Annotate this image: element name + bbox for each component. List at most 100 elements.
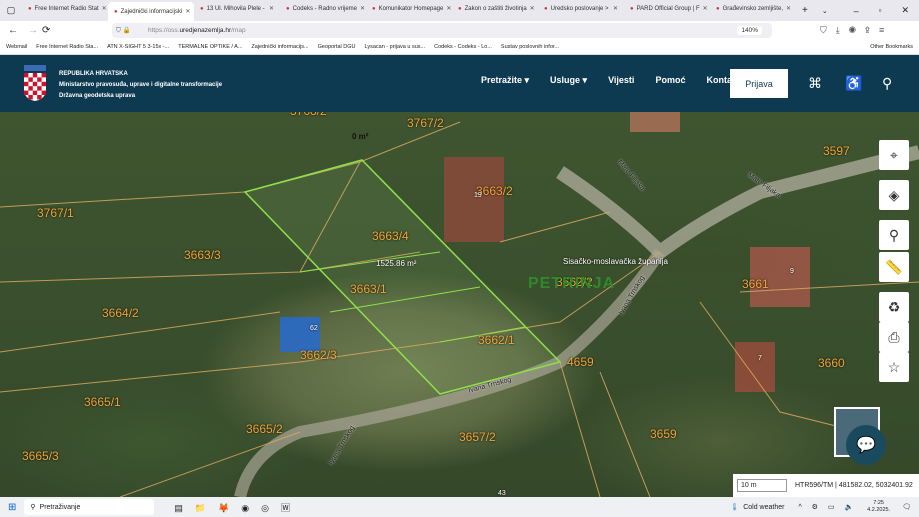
favorite-star-button[interactable]: ☆	[879, 352, 909, 382]
bookmark-item[interactable]: Lysacan - prijava u sus...	[364, 44, 425, 50]
new-tab-button[interactable]: +	[802, 5, 808, 16]
tab-0[interactable]: ● Free Internet Radio Stat ✕	[22, 0, 108, 17]
windows-start-icon[interactable]: ⊞	[8, 502, 16, 513]
tab-close-icon[interactable]: ✕	[613, 5, 618, 12]
print-button[interactable]: ⎙	[879, 322, 909, 352]
login-button[interactable]: Prijava	[730, 69, 788, 98]
tab-7[interactable]: ● PARD Official Group | F ✕	[624, 0, 710, 17]
nav-item-2[interactable]: Vijesti	[608, 75, 634, 86]
clock[interactable]: 7:25 4.2.2025.	[867, 500, 890, 514]
county-label: Sisačko-moslavačka županija	[563, 257, 668, 266]
minimize-button[interactable]: –	[844, 6, 869, 16]
bookmark-item[interactable]: Geoportal DGU	[318, 44, 356, 50]
tray-icons[interactable]: ^ ⚙ ▭ 🔈	[798, 503, 857, 511]
selected-area-label: 1525.86 m²	[376, 259, 417, 268]
tab-close-icon[interactable]: ✕	[269, 5, 274, 12]
back-icon[interactable]: ←	[8, 25, 18, 36]
measure-ruler-button[interactable]: 📏	[879, 252, 909, 282]
parcel-label[interactable]: 3662/1	[478, 333, 515, 347]
nav-item-3[interactable]: Pomoć	[655, 75, 685, 86]
bookmark-item[interactable]: Webmail	[6, 44, 27, 50]
weather-text[interactable]: Cold weather	[743, 504, 784, 511]
house-number: 7	[758, 355, 762, 362]
bookmark-item[interactable]: ATN X-SIGHT 5 3-15x -...	[107, 44, 169, 50]
location-pin-button[interactable]: ⌖	[879, 140, 909, 170]
parcel-label[interactable]: 3767/2	[407, 116, 444, 130]
weather-icon: 🌡	[730, 504, 740, 511]
bookmarks-bar: Webmail Free Internet Radio Sta... ATN X-S…	[0, 40, 919, 55]
tab-favicon: ●	[114, 8, 118, 15]
parcel-label[interactable]: 3663/1	[350, 282, 387, 296]
tab-3[interactable]: ● Codeks - Radno vrijeme ✕	[280, 0, 366, 17]
notifications-icon[interactable]: 🗨	[902, 503, 911, 511]
tab-label: Uredsko poslovanje >	[550, 5, 609, 12]
tab-6[interactable]: ● Uredsko poslovanje > ✕	[538, 0, 624, 17]
parcel-label[interactable]: 3663/3	[184, 248, 221, 262]
shield-lock-icon: ⛉ 🔒	[116, 27, 131, 34]
toolbar-icons[interactable]: ⛉⤓◉⇪≡	[820, 25, 893, 36]
tab-label: Građevinsko zemljište,	[722, 5, 783, 12]
recycle-button[interactable]: ♻	[879, 292, 909, 322]
bookmark-item[interactable]: Codeks - Codeks - Lo...	[434, 44, 492, 50]
tab-close-icon[interactable]: ✕	[185, 8, 190, 15]
tab-favicon: ●	[372, 5, 376, 12]
parcel-label[interactable]: 3767/1	[37, 206, 74, 220]
parcel-label[interactable]: 3662/3	[300, 348, 337, 362]
tab-close-icon[interactable]: ✕	[102, 5, 107, 12]
tab-4[interactable]: ● Komunikator Homepage ✕	[366, 0, 452, 17]
tab-close-icon[interactable]: ✕	[530, 5, 535, 12]
chat-button[interactable]: 💬	[846, 425, 886, 465]
bookmark-item[interactable]: Free Internet Radio Sta...	[36, 44, 98, 50]
tab-label: Zakon o zaštiti životinja	[464, 5, 527, 12]
zoom-level[interactable]: 140%	[737, 26, 762, 35]
tab-label: Komunikator Homepage	[378, 5, 444, 12]
restore-button[interactable]: ▫	[869, 6, 892, 15]
parcel-label[interactable]: 3663/4	[372, 229, 409, 243]
tab-1[interactable]: ● Zajednički informacijski ✕	[108, 2, 194, 21]
search-icon[interactable]: ⚲	[882, 75, 892, 92]
parcel-label[interactable]: 3660	[818, 356, 845, 370]
tab-overview-icon[interactable]: ▢	[0, 5, 22, 16]
parcel-label[interactable]: 3664/2	[102, 306, 139, 320]
coordinates-readout: HTR596/TM | 481582.02, 5032401.92	[795, 482, 913, 489]
parcel-label[interactable]: 3768/2	[290, 112, 327, 118]
tab-close-icon[interactable]: ✕	[786, 5, 791, 12]
url-input[interactable]: ⛉ 🔒 https://oss. uredjenazemlja.hr/map 14…	[112, 23, 772, 38]
parcel-label[interactable]: 3665/1	[84, 395, 121, 409]
accessibility-icon[interactable]: ♿	[845, 75, 862, 92]
forward-icon[interactable]: →	[28, 25, 38, 36]
bookmark-item[interactable]: Zajednički informacijs...	[251, 44, 308, 50]
language-icon[interactable]: ⌘	[808, 75, 822, 92]
zoom-search-button[interactable]: ⚲	[879, 220, 909, 250]
map-view[interactable]: 3768/23767/235973767/13663/23663/43663/3…	[0, 112, 919, 497]
bookmark-item[interactable]: TERMALNE OPTIKE / A...	[178, 44, 242, 50]
navigation-bar: ← → ⟳ ⛉ 🔒 https://oss. uredjenazemlja.hr /…	[0, 21, 919, 40]
tab-favicon: ●	[458, 5, 462, 12]
nav-item-0[interactable]: Pretražite ▾	[481, 75, 529, 86]
pinned-apps[interactable]: ▤📁🦊◉◎🅆	[174, 501, 302, 514]
croatian-coat-of-arms-logo[interactable]	[22, 65, 48, 101]
reload-icon[interactable]: ⟳	[42, 25, 50, 36]
tab-favicon: ●	[200, 5, 204, 12]
parcel-label[interactable]: 3661	[742, 277, 769, 291]
parcel-label[interactable]: 3657/2	[459, 430, 496, 444]
nav-item-1[interactable]: Usluge ▾	[550, 75, 587, 86]
tab-close-icon[interactable]: ✕	[446, 5, 451, 12]
tab-list-icon[interactable]: ⌄	[822, 7, 828, 15]
parcel-label[interactable]: 3597	[823, 144, 850, 158]
tab-2[interactable]: ● 13 Ul. Mihovila Plele - ✕	[194, 0, 280, 17]
tab-8[interactable]: ● Građevinsko zemljište, ✕	[710, 0, 796, 17]
other-bookmarks[interactable]: Other Bookmarks	[870, 44, 913, 50]
bookmark-item[interactable]: Sustav poslovnih infor...	[501, 44, 559, 50]
parcel-label[interactable]: 3665/2	[246, 422, 283, 436]
tab-5[interactable]: ● Zakon o zaštiti životinja ✕	[452, 0, 538, 17]
layers-button[interactable]: ◈	[879, 180, 909, 210]
print-icon: ⎙	[888, 328, 900, 345]
parcel-label[interactable]: 3665/3	[22, 449, 59, 463]
tab-close-icon[interactable]: ✕	[703, 5, 708, 12]
parcel-label[interactable]: 3659	[650, 427, 677, 441]
taskbar-search[interactable]: ⚲ Pretraživanje	[24, 499, 155, 515]
tab-close-icon[interactable]: ✕	[360, 5, 365, 12]
close-window-button[interactable]: ✕	[891, 5, 919, 16]
parcel-label[interactable]: 4659	[567, 355, 594, 369]
